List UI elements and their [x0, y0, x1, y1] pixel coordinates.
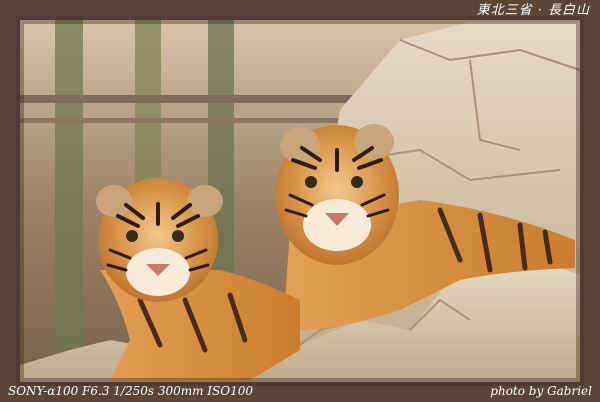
photo-credit-caption: photo by Gabriel [490, 384, 592, 398]
photo-frame: 東北三省 · 長白山 SONY-α100 F6.3 1/250s 300mm I… [0, 0, 600, 402]
camera-info-caption: SONY-α100 F6.3 1/250s 300mm ISO100 [8, 384, 253, 398]
tiger-photo [0, 0, 600, 402]
location-caption: 東北三省 · 長白山 [476, 3, 590, 18]
